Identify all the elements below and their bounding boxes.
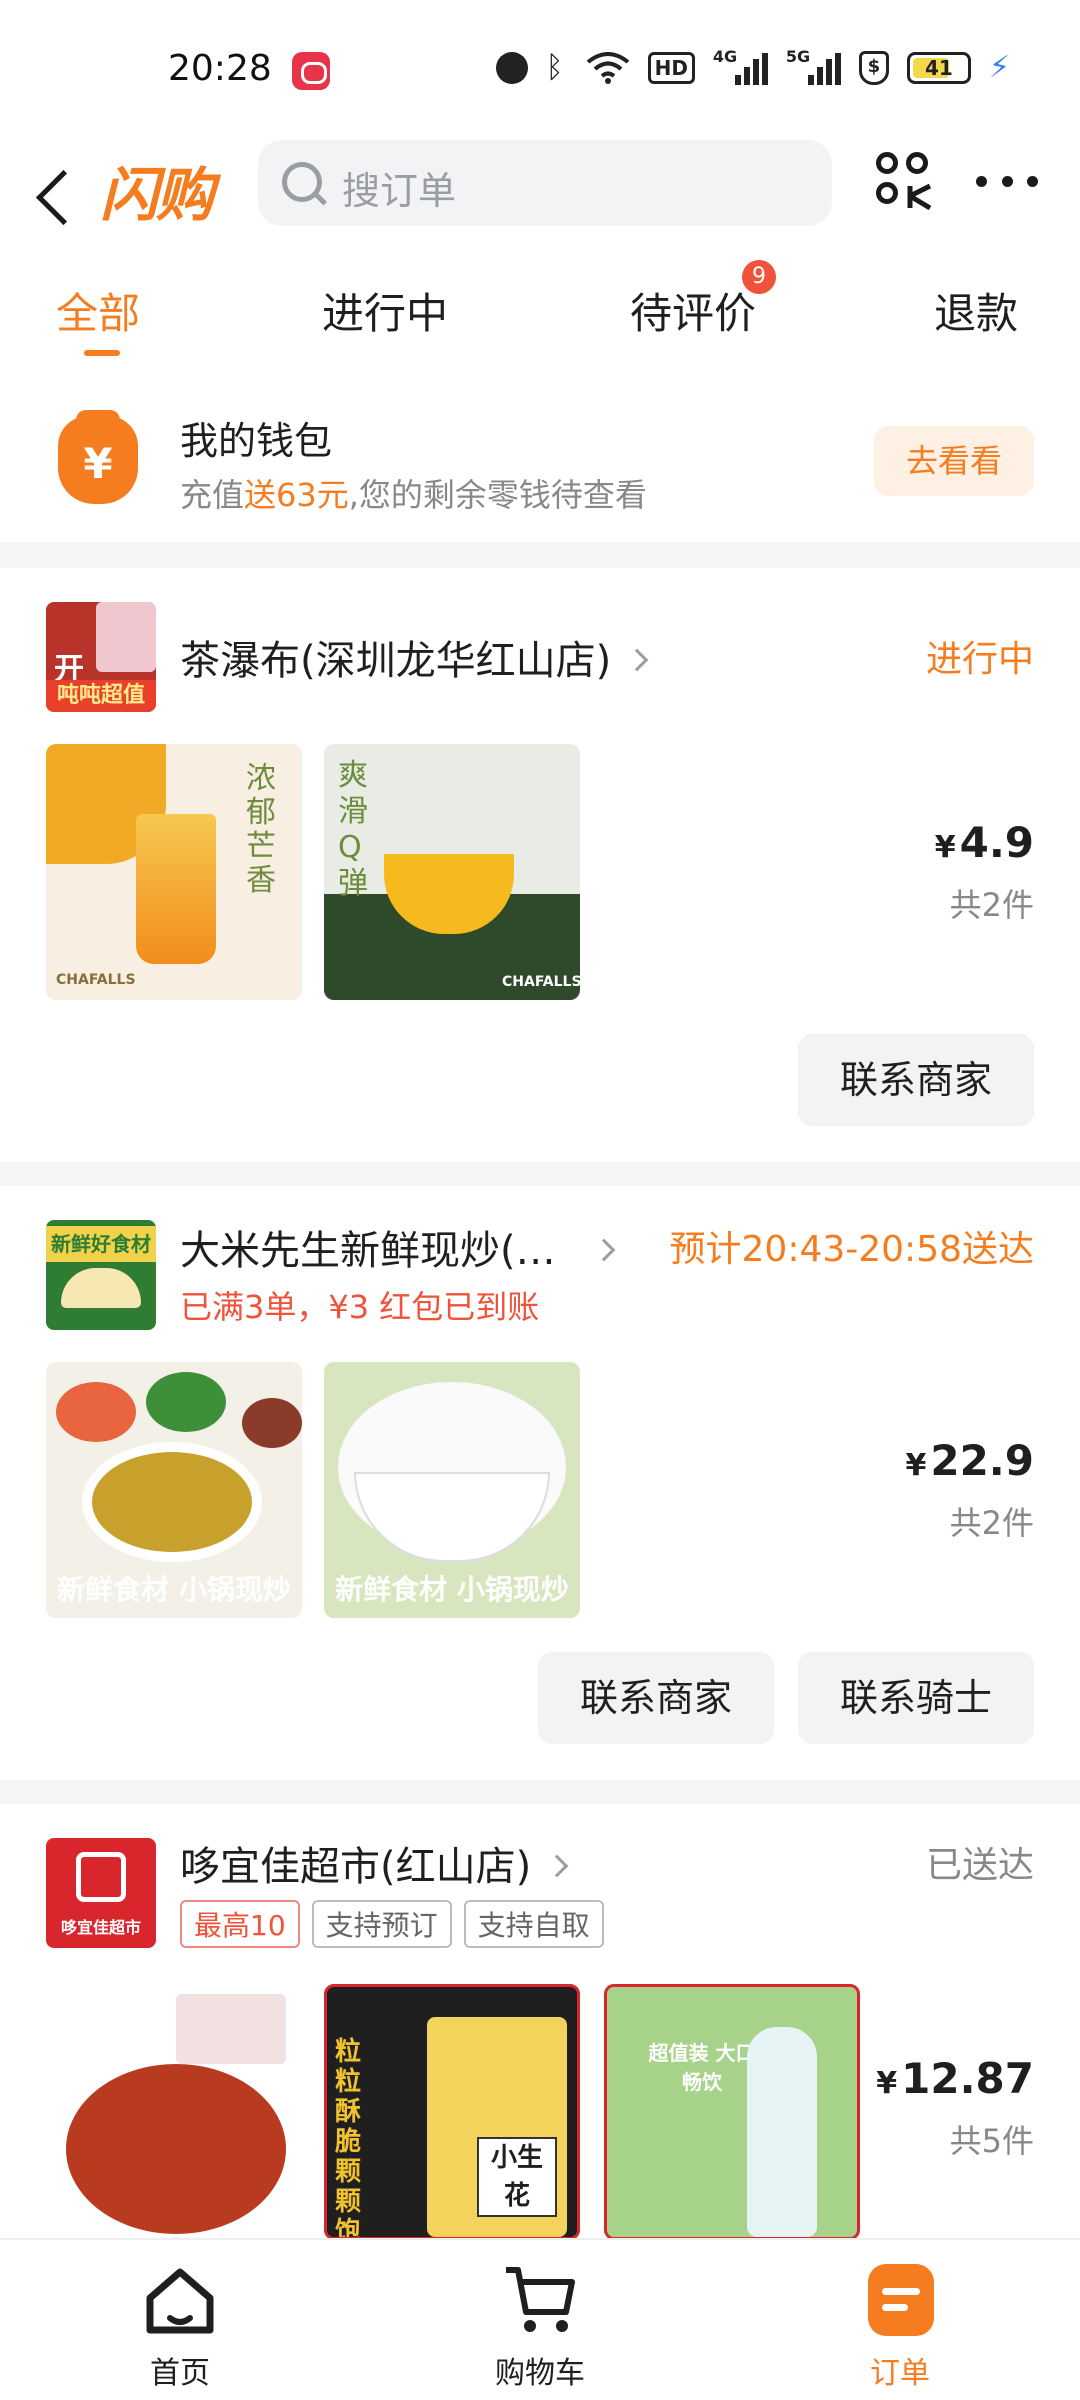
- status-time: 20:28: [168, 48, 272, 89]
- product-thumb[interactable]: 超值装 大口畅饮: [604, 1984, 860, 2238]
- store-name[interactable]: 哆宜佳超市(红山店): [180, 1834, 569, 1892]
- store-tag: 最高10: [180, 1900, 300, 1948]
- contact-merchant-button[interactable]: 联系商家: [798, 1034, 1034, 1126]
- nav-cart[interactable]: 购物车: [440, 2240, 640, 2400]
- wallet-title: 我的钱包: [180, 419, 333, 463]
- order-status: 已送达: [925, 1845, 1034, 1886]
- product-thumb[interactable]: 浓郁芒香 CHAFALLS: [46, 744, 302, 1000]
- wifi-icon: [586, 51, 629, 84]
- product-thumb[interactable]: 爽滑Q弹 CHAFALLS: [324, 744, 580, 1000]
- wallet-subtitle: 充值送63元,您的剩余零钱待查看: [180, 476, 647, 514]
- home-icon: [146, 2268, 214, 2334]
- to-review-count-badge: 9: [742, 260, 776, 294]
- order-price: ¥4.9: [934, 818, 1034, 867]
- search-icon: [282, 162, 322, 202]
- tab-refund[interactable]: 退款: [934, 280, 1018, 341]
- back-button[interactable]: [30, 156, 90, 236]
- store-tags: 最高10 支持预订 支持自取: [180, 1900, 604, 1948]
- order-tabs: 全部 进行中 待评价 9 退款: [0, 260, 1080, 370]
- scan-icon[interactable]: [876, 152, 934, 211]
- alarm-icon: [495, 51, 528, 84]
- app-notification-icon: [292, 52, 330, 90]
- store-logo: 新鲜好食材: [46, 1220, 156, 1330]
- order-status: 预计20:43-20:58送达: [669, 1229, 1034, 1270]
- signal-5g-icon: 5G: [786, 47, 841, 85]
- store-tag: 支持预订: [311, 1900, 452, 1948]
- product-thumb[interactable]: 粒粒酥脆 颗颗饱满 小生花: [324, 1984, 580, 2238]
- nav-orders[interactable]: 订单: [800, 2240, 1000, 2400]
- search-placeholder: 搜订单: [342, 169, 457, 213]
- hd-voice-icon: HD: [647, 51, 695, 84]
- order-card-supermarket[interactable]: 哆宜佳超市 哆宜佳超市(红山店) 已送达 最高10 支持预订 支持自取 粒粒酥脆…: [0, 1804, 1080, 2238]
- wallet-view-button[interactable]: 去看看: [874, 426, 1034, 496]
- store-logo: 哆宜佳超市: [46, 1838, 156, 1948]
- order-card-rice[interactable]: 新鲜好食材 大米先生新鲜现炒(… 预计20:43-20:58送达 已满3单，¥3…: [0, 1186, 1080, 1780]
- nav-label: 购物车: [495, 2356, 585, 2391]
- bluetooth-icon: ᛒ: [545, 49, 564, 85]
- tab-to-review[interactable]: 待评价: [630, 280, 756, 341]
- store-tag: 支持自取: [463, 1900, 604, 1948]
- order-card-chafalls[interactable]: 开 吨吨超值 茶瀑布(深圳龙华红山店) 进行中 浓郁芒香 CHAFALLS 爽滑…: [0, 568, 1080, 1162]
- tab-all[interactable]: 全部: [56, 280, 140, 341]
- contact-merchant-button[interactable]: 联系商家: [538, 1652, 774, 1744]
- product-thumb[interactable]: 新鲜食材 小锅现炒: [46, 1362, 302, 1618]
- item-count: 共5件: [949, 2122, 1034, 2160]
- store-name[interactable]: 大米先生新鲜现炒(…: [180, 1218, 615, 1276]
- product-thumb[interactable]: [46, 1984, 302, 2238]
- nav-label: 订单: [870, 2356, 930, 2391]
- promo-text: 已满3单，¥3 红包已到账: [180, 1288, 540, 1326]
- item-count: 共2件: [949, 1504, 1034, 1542]
- contact-rider-button[interactable]: 联系骑士: [798, 1652, 1034, 1744]
- nav-label: 首页: [150, 2356, 210, 2391]
- store-logo: 开 吨吨超值: [46, 602, 156, 712]
- store-name[interactable]: 茶瀑布(深圳龙华红山店): [180, 628, 649, 686]
- charging-bolt-icon: ⚡: [988, 50, 1010, 85]
- search-bar[interactable]: 搜订单: [258, 140, 832, 226]
- wallet-banner[interactable]: ¥ 我的钱包 充值送63元,您的剩余零钱待查看 去看看: [0, 370, 1080, 542]
- orders-icon: [868, 2264, 934, 2336]
- order-status: 进行中: [925, 639, 1034, 680]
- item-count: 共2件: [949, 886, 1034, 924]
- battery-icon: 41: [906, 51, 971, 84]
- cart-icon: [506, 2267, 575, 2332]
- chevron-right-icon: [625, 648, 649, 672]
- chevron-right-icon: [592, 1238, 615, 1262]
- nav-home[interactable]: 首页: [80, 2240, 280, 2400]
- order-price: ¥12.87: [876, 2054, 1034, 2103]
- tab-in-progress[interactable]: 进行中: [322, 280, 448, 341]
- chevron-right-icon: [545, 1854, 569, 1878]
- app-logo: 闪购: [100, 161, 214, 229]
- status-bar: 20:28 ᛒ HD 4G 5G $ 41 ⚡: [0, 0, 1080, 140]
- status-icons: ᛒ HD 4G 5G $ 41 ⚡: [495, 47, 1010, 85]
- order-price: ¥22.9: [905, 1436, 1034, 1485]
- top-header: 闪购 搜订单: [0, 140, 1080, 270]
- more-options-icon[interactable]: [976, 176, 1038, 192]
- tab-active-indicator: [84, 350, 120, 356]
- signal-4g-icon: 4G: [713, 47, 768, 85]
- product-thumb[interactable]: 新鲜食材 小锅现炒: [324, 1362, 580, 1618]
- money-bag-icon: ¥: [58, 410, 138, 504]
- bottom-navigation: 首页 购物车 订单: [0, 2238, 1080, 2400]
- security-shield-icon: $: [858, 50, 889, 85]
